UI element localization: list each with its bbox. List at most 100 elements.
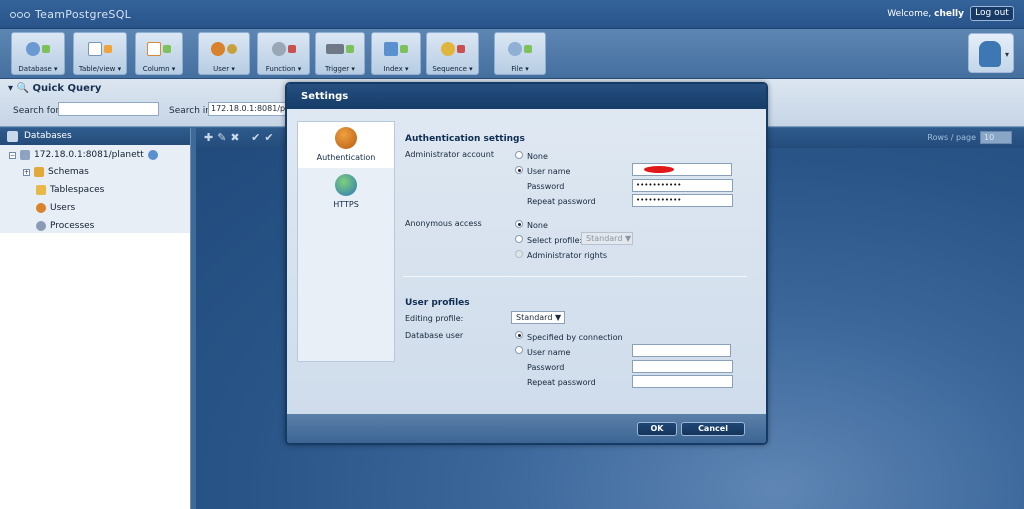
ok-button[interactable]: OK (637, 422, 677, 436)
admin-account-label: Administrator account (405, 150, 494, 159)
row-actions-icons[interactable]: ✚✎✖ ✔✔ (204, 131, 278, 144)
admin-repeat-password-input[interactable]: ••••••••••• (632, 194, 733, 207)
anonymous-access-label: Anonymous access (405, 219, 482, 228)
admin-password-label: Password (527, 182, 565, 191)
anon-admin-rights-radio[interactable] (515, 250, 523, 258)
user-menu-button[interactable]: ▾ (968, 33, 1014, 73)
tree-item-label: Tablespaces (50, 185, 105, 195)
column-button[interactable]: Column ▾ (135, 32, 183, 75)
databases-icon (7, 131, 18, 142)
username: chelly (934, 9, 964, 19)
databases-header: Databases (0, 128, 190, 145)
editing-profile-value: Standard (516, 313, 553, 322)
chevron-down-icon: ▼ (554, 313, 562, 322)
logo-dots-icon (10, 8, 31, 21)
database-button-label: Database (18, 65, 52, 73)
file-button-label: File (511, 65, 523, 73)
nav-authentication[interactable]: Authentication (298, 122, 394, 168)
dialog-title: Settings (287, 84, 766, 109)
index-icon (379, 36, 413, 62)
admin-none-radio[interactable] (515, 151, 523, 159)
file-button[interactable]: File ▾ (494, 32, 546, 75)
dbuser-repeat-password-label: Repeat password (527, 378, 596, 387)
tree-item-schemas[interactable]: + Schemas (23, 167, 89, 177)
nav-authentication-label: Authentication (316, 153, 376, 162)
auth-settings-title: Authentication settings (405, 134, 525, 144)
sequence-icon (436, 36, 470, 62)
trigger-button[interactable]: Trigger ▾ (315, 32, 365, 75)
connection-settings-icon[interactable] (147, 150, 158, 160)
tree-item-server[interactable]: − 172.18.0.1:8081/planett (9, 150, 158, 160)
databases-panel: Databases − 172.18.0.1:8081/planett + Sc… (0, 128, 191, 509)
database-server-icon (20, 150, 30, 160)
tree-item-label: Schemas (48, 167, 89, 177)
index-button-label: Index (383, 65, 403, 73)
tree-item-processes[interactable]: Processes (36, 221, 94, 231)
dbuser-specified-label: Specified by connection (527, 333, 623, 342)
anon-none-label: None (527, 221, 548, 230)
dbuser-password-input[interactable] (632, 360, 733, 373)
function-button[interactable]: Function ▾ (257, 32, 310, 75)
function-button-label: Function (265, 65, 296, 73)
dbuser-username-label: User name (527, 348, 571, 357)
search-in-select[interactable]: 172.18.0.1:8081/planett (208, 102, 294, 116)
admin-password-input[interactable]: ••••••••••• (632, 179, 733, 192)
nav-https[interactable]: HTTPS (298, 170, 394, 210)
tree-item-users[interactable]: Users (36, 203, 75, 213)
admin-none-label: None (527, 152, 548, 161)
chevron-down-icon: ▾ (1004, 50, 1009, 59)
tablespaces-icon (36, 185, 46, 195)
table-view-button[interactable]: Table/view ▾ (73, 32, 127, 75)
anon-admin-rights-label: Administrator rights (527, 251, 608, 260)
redaction-scribble (644, 166, 674, 173)
anon-select-profile-radio[interactable] (515, 235, 523, 243)
index-button[interactable]: Index ▾ (371, 32, 421, 75)
processes-icon (36, 221, 46, 231)
tree-item-tablespaces[interactable]: Tablespaces (36, 185, 104, 195)
users-icon (36, 203, 46, 213)
admin-username-label: User name (527, 167, 571, 176)
schemas-icon (34, 167, 44, 177)
user-button-label: User (213, 65, 230, 73)
table-add-icon (83, 36, 117, 62)
user-button[interactable]: User ▾ (198, 32, 250, 75)
section-divider (403, 276, 747, 277)
dialog-body: Authentication HTTPS Authentication sett… (287, 109, 766, 414)
anon-profile-select[interactable]: Standard ▼ (581, 232, 633, 245)
logout-button[interactable]: Log out (970, 6, 1014, 21)
sequence-button-label: Sequence (432, 65, 467, 73)
databases-title: Databases (24, 131, 72, 141)
admin-username-radio[interactable] (515, 166, 523, 174)
trigger-button-label: Trigger (325, 65, 350, 73)
function-gears-icon (267, 36, 301, 62)
dbuser-username-input[interactable] (632, 344, 731, 357)
search-for-input[interactable] (58, 102, 159, 116)
column-button-label: Column (142, 65, 170, 73)
user-profiles-title: User profiles (405, 298, 470, 308)
dbuser-specified-radio[interactable] (515, 331, 523, 339)
rows-per-page-select[interactable]: 10 (980, 131, 1012, 144)
anon-profile-value: Standard (586, 234, 623, 243)
top-bar: TeamPostgreSQL Welcome, chelly Log out (0, 0, 1024, 29)
dbuser-repeat-password-input[interactable] (632, 375, 733, 388)
nav-https-label: HTTPS (333, 200, 359, 209)
dbuser-username-radio[interactable] (515, 346, 523, 354)
database-tree: − 172.18.0.1:8081/planett + Schemas Tabl… (0, 145, 190, 233)
anon-none-radio[interactable] (515, 220, 523, 228)
collapse-icon[interactable]: − (9, 151, 16, 159)
main-toolbar: Database ▾ Table/view ▾ Column ▾ User ▾ … (0, 29, 1024, 79)
database-button[interactable]: Database ▾ (11, 32, 65, 75)
cancel-button[interactable]: Cancel (681, 422, 745, 436)
collapse-arrow-icon: ▾ 🔍 (8, 83, 29, 94)
sequence-button[interactable]: Sequence ▾ (426, 32, 479, 75)
database-add-icon (21, 36, 55, 62)
tree-item-label: Users (50, 203, 76, 213)
quick-query-header[interactable]: ▾ 🔍 Quick Query (8, 83, 101, 94)
user-add-icon (207, 36, 241, 62)
trigger-icon (323, 36, 357, 62)
app-logo-text: TeamPostgreSQL (35, 8, 132, 21)
quick-query-title: Quick Query (32, 83, 102, 94)
expand-icon[interactable]: + (23, 168, 30, 176)
anon-select-profile-label: Select profile: (527, 236, 583, 245)
editing-profile-select[interactable]: Standard ▼ (511, 311, 565, 324)
